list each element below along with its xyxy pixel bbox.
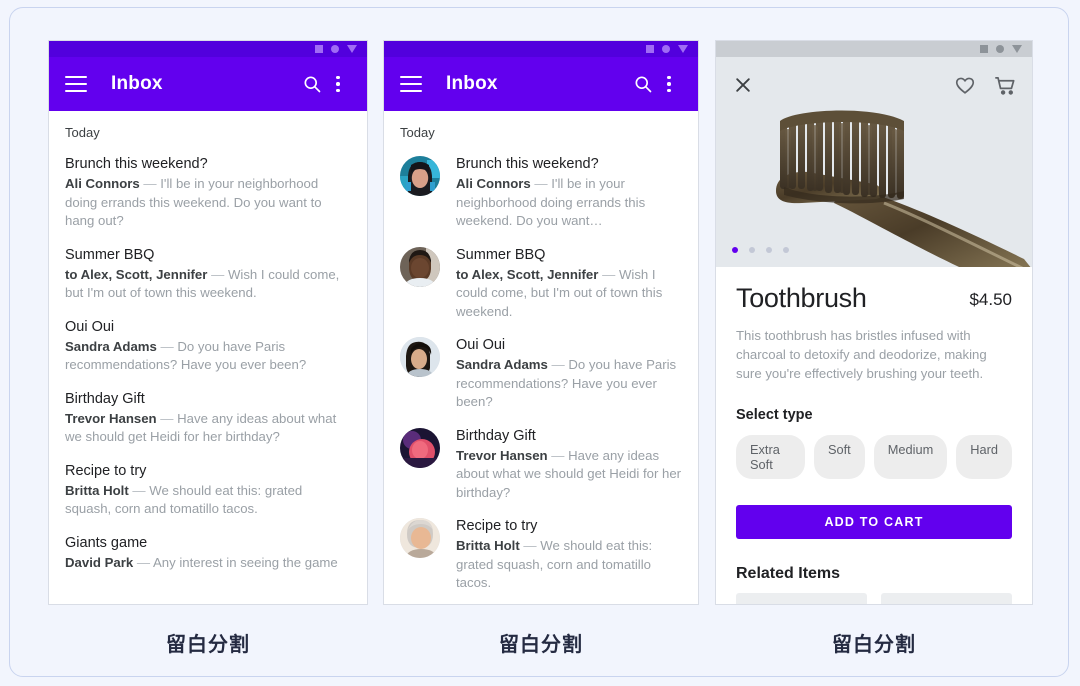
related-item-card[interactable] bbox=[736, 593, 867, 605]
mail-preview: David Park — Any interest in seeing the … bbox=[65, 554, 351, 573]
mail-preview: Sandra Adams — Do you have Paris recomme… bbox=[456, 356, 682, 412]
related-items-list bbox=[736, 593, 1012, 605]
carousel-dot-2[interactable] bbox=[749, 247, 755, 253]
mail-subject: Brunch this weekend? bbox=[65, 154, 351, 174]
avatar bbox=[400, 428, 440, 468]
carousel-dots[interactable] bbox=[732, 247, 789, 253]
product-price: $4.50 bbox=[969, 290, 1012, 314]
status-bar bbox=[384, 41, 698, 57]
related-items-title: Related Items bbox=[736, 565, 1012, 583]
caption-panel-3: 留白分割 bbox=[715, 628, 1033, 657]
product-info: Toothbrush $4.50 This toothbrush has bri… bbox=[716, 267, 1032, 605]
carousel-dot-3[interactable] bbox=[766, 247, 772, 253]
mail-preview: Ali Connors — I'll be in your neighborho… bbox=[456, 175, 682, 231]
list-item[interactable]: Summer BBQ to Alex, Scott, Jennifer — Wi… bbox=[49, 231, 367, 303]
mail-subject: Brunch this weekend? bbox=[456, 154, 682, 174]
mail-preview: to Alex, Scott, Jennifer — Wish I could … bbox=[65, 266, 351, 303]
status-circle-icon bbox=[996, 45, 1004, 53]
list-item[interactable]: Summer BBQ to Alex, Scott, Jennifer — Wi… bbox=[384, 231, 698, 322]
mail-preview: Trevor Hansen — Have any ideas about wha… bbox=[456, 447, 682, 503]
status-bar bbox=[49, 41, 367, 57]
more-vert-icon[interactable] bbox=[325, 71, 351, 97]
list-item[interactable]: Brunch this weekend? Ali Connors — I'll … bbox=[384, 140, 698, 231]
heart-icon[interactable] bbox=[952, 72, 978, 98]
mail-preview: Britta Holt — We should eat this: grated… bbox=[65, 482, 351, 519]
app-bar-title: Inbox bbox=[446, 73, 630, 95]
avatar bbox=[400, 247, 440, 287]
section-label: Today bbox=[384, 111, 698, 140]
list-item[interactable]: Birthday Gift Trevor Hansen — Have any i… bbox=[384, 412, 698, 503]
mail-preview: Trevor Hansen — Have any ideas about wha… bbox=[65, 410, 351, 447]
close-icon[interactable] bbox=[730, 72, 756, 98]
status-triangle-icon bbox=[678, 45, 688, 53]
avatar bbox=[400, 337, 440, 377]
mail-subject: Birthday Gift bbox=[65, 389, 351, 409]
hamburger-icon[interactable] bbox=[65, 76, 87, 92]
mail-list: Today Brunch this weekend? Ali Connors —… bbox=[49, 111, 367, 572]
product-name: Toothbrush bbox=[736, 283, 969, 314]
shopping-cart-icon[interactable] bbox=[992, 72, 1018, 98]
status-square-icon bbox=[646, 45, 654, 53]
type-chip-medium[interactable]: Medium bbox=[874, 435, 948, 479]
mail-subject: Summer BBQ bbox=[456, 245, 682, 265]
app-bar-title: Inbox bbox=[111, 73, 299, 95]
list-item[interactable]: Birthday Gift Trevor Hansen — Have any i… bbox=[49, 375, 367, 447]
mail-preview: Britta Holt — We should eat this: grated… bbox=[456, 537, 682, 593]
mail-list: Today Brunch this weekend? Ali Connors —… bbox=[384, 111, 698, 605]
type-chip-soft[interactable]: Soft bbox=[814, 435, 865, 479]
list-item[interactable]: Brunch this weekend? Ali Connors — I'll … bbox=[49, 140, 367, 231]
mail-subject: Recipe to try bbox=[456, 516, 682, 536]
status-bar bbox=[716, 41, 1032, 57]
hamburger-icon[interactable] bbox=[400, 76, 422, 92]
phone-panel-inbox-with-avatars: Inbox Today Brunch this weekend? Ali Con… bbox=[383, 40, 699, 605]
type-chip-hard[interactable]: Hard bbox=[956, 435, 1012, 479]
status-triangle-icon bbox=[1012, 45, 1022, 53]
hero-toolbar bbox=[716, 57, 1032, 113]
status-circle-icon bbox=[331, 45, 339, 53]
list-item[interactable]: Oui Oui Sandra Adams — Do you have Paris… bbox=[49, 303, 367, 375]
list-item[interactable]: Giants game David Park — Any interest in… bbox=[384, 593, 698, 606]
caption-panel-1: 留白分割 bbox=[48, 628, 368, 657]
mail-subject: Oui Oui bbox=[65, 317, 351, 337]
section-label: Today bbox=[49, 111, 367, 140]
mail-subject: Summer BBQ bbox=[65, 245, 351, 265]
caption-panel-2: 留白分割 bbox=[383, 628, 699, 657]
carousel-dot-1[interactable] bbox=[732, 247, 738, 253]
status-square-icon bbox=[980, 45, 988, 53]
select-type-label: Select type bbox=[736, 407, 1012, 423]
type-chip-extra-soft[interactable]: Extra Soft bbox=[736, 435, 805, 479]
product-description: This toothbrush has bristles infused wit… bbox=[736, 326, 1012, 383]
mail-preview: Sandra Adams — Do you have Paris recomme… bbox=[65, 338, 351, 375]
related-item-card[interactable] bbox=[881, 593, 1012, 605]
phone-panel-product-detail: Toothbrush $4.50 This toothbrush has bri… bbox=[715, 40, 1033, 605]
mail-preview: Ali Connors — I'll be in your neighborho… bbox=[65, 175, 351, 231]
list-item[interactable]: Giants game David Park — Any interest in… bbox=[49, 519, 367, 573]
mail-subject: Recipe to try bbox=[65, 461, 351, 481]
more-vert-icon[interactable] bbox=[656, 71, 682, 97]
list-item[interactable]: Recipe to try Britta Holt — We should ea… bbox=[384, 502, 698, 593]
toothbrush-photo bbox=[724, 99, 1032, 267]
product-title-row: Toothbrush $4.50 bbox=[736, 283, 1012, 314]
product-hero bbox=[716, 57, 1032, 267]
add-to-cart-button[interactable]: ADD TO CART bbox=[736, 505, 1012, 539]
list-item[interactable]: Recipe to try Britta Holt — We should ea… bbox=[49, 447, 367, 519]
mail-subject: Birthday Gift bbox=[456, 426, 682, 446]
app-bar: Inbox bbox=[49, 57, 367, 111]
avatar bbox=[400, 518, 440, 558]
app-bar: Inbox bbox=[384, 57, 698, 111]
mail-subject: Oui Oui bbox=[456, 335, 682, 355]
list-item[interactable]: Oui Oui Sandra Adams — Do you have Paris… bbox=[384, 321, 698, 412]
mail-subject: Giants game bbox=[65, 533, 351, 553]
search-icon[interactable] bbox=[299, 71, 325, 97]
type-chip-group: Extra Soft Soft Medium Hard bbox=[736, 435, 1012, 479]
search-icon[interactable] bbox=[630, 71, 656, 97]
status-triangle-icon bbox=[347, 45, 357, 53]
phone-panel-inbox-no-avatars: Inbox Today Brunch this weekend? Ali Con… bbox=[48, 40, 368, 605]
status-square-icon bbox=[315, 45, 323, 53]
status-circle-icon bbox=[662, 45, 670, 53]
mail-preview: to Alex, Scott, Jennifer — Wish I could … bbox=[456, 266, 682, 322]
avatar bbox=[400, 156, 440, 196]
carousel-dot-4[interactable] bbox=[783, 247, 789, 253]
